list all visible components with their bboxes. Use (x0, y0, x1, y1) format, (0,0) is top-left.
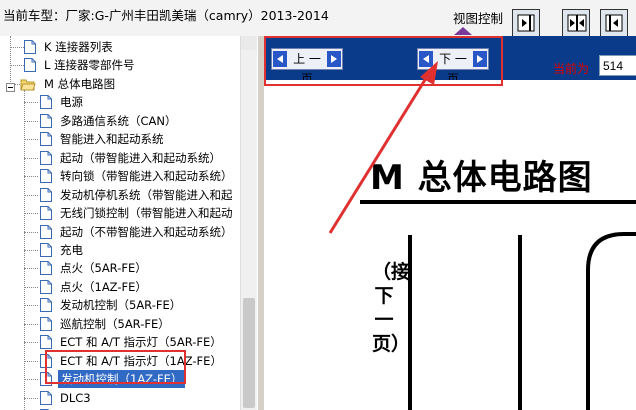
tree-item-label: 起动（不带智能进入和起动系统） (60, 224, 233, 239)
tree-connector (24, 139, 38, 141)
tree-item[interactable]: 充电 (0, 241, 240, 259)
tree-connector (24, 102, 38, 104)
wire-line (518, 235, 522, 410)
tree-item-label: ECT 和 A/T 指示灯（5AR-FE） (60, 335, 222, 350)
tree-item[interactable]: 电源 (0, 93, 240, 111)
tree-connector (24, 360, 38, 362)
tree-connector (24, 194, 38, 196)
tree-connector (24, 176, 38, 178)
title-bar: 当前车型：厂家:G-广州丰田凯美瑞（camry）2013-2014 视图控制 (0, 0, 636, 37)
tree-item[interactable]: 转向锁（带智能进入和起动系统） (0, 167, 240, 185)
tree-item-label: 智能进入和起动系统 (60, 132, 164, 147)
tree-item[interactable]: 点火（1AZ-FE） (0, 278, 240, 296)
tree-folder-item[interactable]: M 总体电路图 (0, 75, 240, 93)
wire-bend (586, 232, 636, 410)
tree-item[interactable]: K 连接器列表 (0, 38, 240, 56)
tree-connector (24, 379, 38, 381)
panel-both-icon (567, 14, 587, 32)
tree-connector (10, 65, 24, 67)
tree-connector (24, 157, 38, 159)
continue-next-page-text: （接下一页） (372, 261, 411, 355)
tree-guide-line (24, 90, 25, 410)
tree-item-label: M 总体电路图 (44, 76, 116, 91)
tree-connector (24, 268, 38, 270)
tree-connector (10, 47, 24, 48)
scroll-up-arrow[interactable] (241, 36, 257, 50)
tree-item[interactable]: 起动（带智能进入和起动系统） (0, 149, 240, 167)
tree-item[interactable]: DLC3 (0, 389, 240, 407)
tree-item[interactable]: 发动机控制（5AR-FE） (0, 296, 240, 314)
tree-item[interactable]: ECT 和 A/T 指示灯（5AR-FE） (0, 333, 240, 351)
tree-connector (24, 342, 38, 344)
tree-guide-line (10, 36, 11, 84)
tree-item-label: 充电 (60, 242, 83, 257)
tree-item-label: DLC3 (60, 390, 91, 405)
tree-item-label: 点火（1AZ-FE） (60, 279, 147, 294)
tree-connector (24, 249, 38, 251)
view-right-panel-button[interactable] (512, 9, 540, 37)
car-model-text: 当前车型：厂家:G-广州丰田凯美瑞（camry）2013-2014 (3, 8, 329, 23)
tree-item-label: L 连接器零部件号 (44, 58, 135, 73)
tree-connector (24, 213, 38, 215)
tree-item[interactable]: 点火（5AR-FE） (0, 259, 240, 277)
tree-item[interactable]: L 连接器零部件号 (0, 56, 240, 74)
view-indicator-icon (454, 27, 472, 35)
scroll-thumb[interactable] (243, 298, 255, 408)
tree-connector (24, 397, 38, 399)
tree-item-label: 起动（带智能进入和起动系统） (60, 150, 221, 165)
tree-connector (24, 286, 38, 288)
tree-item-label: 转向锁（带智能进入和起动系统） (60, 169, 233, 184)
tree-item-label: K 连接器列表 (44, 40, 113, 54)
current-page-label: 当前为 (553, 62, 590, 76)
tree-item[interactable]: 起动（不带智能进入和起动系统） (0, 223, 240, 241)
panel-right-icon (517, 14, 535, 32)
tree-item[interactable]: 无线门锁控制（带智能进入和起动 (0, 204, 240, 222)
tree-item-label: 发动机控制（5AR-FE） (60, 298, 182, 313)
tree-item-label: 电源 (60, 95, 83, 110)
tree-item-label: 点火（5AR-FE） (60, 261, 147, 276)
tree-item[interactable]: 智能进入和起动系统 (0, 130, 240, 148)
view-left-panel-button[interactable] (600, 9, 628, 37)
panel-left-icon (605, 14, 623, 32)
tree-item-label: 无线门锁控制（带智能进入和起动 (60, 206, 233, 221)
tree-item-label: 巡航控制（5AR-FE） (60, 316, 170, 331)
tree-connector (24, 231, 38, 233)
tree-connector (24, 120, 38, 122)
tree-item-label: 多路通信系统（CAN） (60, 113, 177, 128)
tree-connector (24, 323, 38, 325)
tree-scrollbar[interactable] (240, 36, 257, 410)
tree-connector (24, 305, 38, 307)
tree-item[interactable]: 多路通信系统（CAN） (0, 112, 240, 130)
view-both-panels-button[interactable] (562, 9, 590, 37)
selected-item-highlight (45, 350, 186, 384)
tree-item[interactable]: 巡航控制（5AR-FE） (0, 315, 240, 333)
tree-item-label: 发动机停机系统（带智能进入和起 (60, 187, 233, 202)
annotation-arrow (328, 61, 438, 234)
tree-item[interactable]: 发动机停机系统（带智能进入和起 (0, 186, 240, 204)
current-page-input[interactable] (599, 55, 636, 76)
